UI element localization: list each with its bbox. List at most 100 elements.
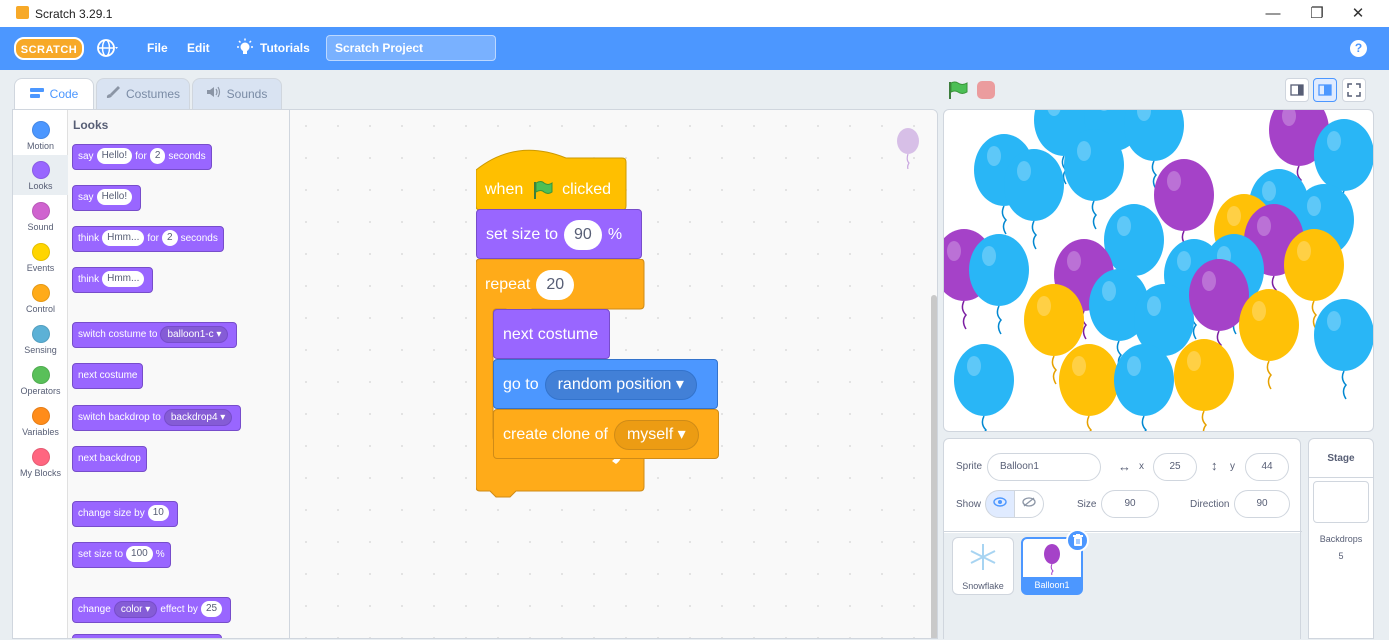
show-hidden-button[interactable] bbox=[1014, 490, 1044, 518]
balloon-6 bbox=[1004, 149, 1064, 250]
block-text: seconds bbox=[168, 151, 206, 162]
sprite-name-input[interactable]: Balloon1 bbox=[987, 453, 1101, 481]
dropdown-value: balloon1-c bbox=[167, 328, 214, 340]
x-arrows-icon: ↔ bbox=[1118, 459, 1131, 474]
category-variables[interactable]: Variables bbox=[13, 401, 68, 441]
tab-sounds-label: Sounds bbox=[226, 87, 268, 101]
category-looks[interactable]: Looks bbox=[13, 155, 68, 195]
fullscreen-button[interactable] bbox=[1342, 78, 1366, 102]
direction-input[interactable]: 90 bbox=[1234, 490, 1290, 518]
direction-label: Direction bbox=[1190, 499, 1230, 510]
repeat-count-input[interactable]: 20 bbox=[536, 270, 575, 300]
dropdown-value: myself bbox=[626, 426, 674, 443]
set-size-block[interactable]: set size to 100% bbox=[72, 542, 171, 568]
script-scrollbar[interactable] bbox=[931, 295, 937, 638]
green-flag-button[interactable] bbox=[948, 81, 968, 99]
message-input[interactable]: Hello! bbox=[96, 148, 133, 165]
category-motion[interactable]: Motion bbox=[13, 115, 68, 155]
minimize-button[interactable]: — bbox=[1261, 4, 1285, 24]
switch-costume-block[interactable]: switch costume to balloon1-c ▾ bbox=[72, 322, 238, 348]
palette-title: Looks bbox=[73, 118, 109, 132]
tutorials-icon[interactable] bbox=[235, 38, 255, 58]
next-costume-block[interactable]: next costume bbox=[72, 363, 144, 389]
dropdown-value: random position bbox=[557, 376, 672, 393]
category-sensing[interactable]: Sensing bbox=[13, 319, 68, 359]
x-input[interactable]: 25 bbox=[1153, 453, 1197, 481]
normal-stage-button[interactable] bbox=[1313, 78, 1337, 102]
balloon-24 bbox=[1239, 289, 1299, 390]
file-menu[interactable]: File bbox=[147, 41, 168, 55]
block-text: when bbox=[485, 181, 524, 198]
y-arrows-icon: ↕ bbox=[1211, 458, 1218, 473]
sensing-color-dot bbox=[31, 325, 50, 343]
stage-selector-pane[interactable]: Stage Backdrops 5 bbox=[1308, 438, 1374, 639]
costume-dropdown[interactable]: balloon1-c ▾ bbox=[160, 325, 229, 343]
small-stage-button[interactable] bbox=[1285, 78, 1309, 102]
say-block[interactable]: say Hello! bbox=[72, 185, 142, 211]
seconds-input[interactable]: 2 bbox=[149, 148, 166, 165]
effect-value-input[interactable]: 25 bbox=[200, 601, 223, 618]
y-input[interactable]: 44 bbox=[1245, 453, 1289, 481]
close-button[interactable]: ✕ bbox=[1346, 4, 1370, 24]
project-title-input[interactable]: Scratch Project bbox=[326, 35, 496, 61]
backdrop-thumbnail[interactable] bbox=[1313, 481, 1369, 523]
category-operators[interactable]: Operators bbox=[13, 360, 68, 400]
palette-partial-block[interactable] bbox=[72, 634, 222, 638]
when-flag-clicked-block[interactable]: when clicked bbox=[476, 173, 611, 207]
change-effect-block[interactable]: change color ▾ effect by 25 bbox=[72, 597, 232, 623]
go-to-script-block[interactable]: go to random position ▾ bbox=[493, 359, 718, 409]
create-clone-script-block[interactable]: create clone of myself ▾ bbox=[493, 409, 719, 459]
message-input[interactable]: Hmm... bbox=[102, 230, 145, 247]
globe-icon[interactable] bbox=[96, 37, 118, 59]
set-size-script-block[interactable]: set size to 90% bbox=[476, 209, 642, 259]
message-input[interactable]: Hmm... bbox=[102, 271, 145, 288]
sprite-name-label: Balloon1 bbox=[1023, 577, 1081, 593]
repeat-block[interactable]: repeat 20 bbox=[476, 269, 580, 301]
category-label: My Blocks bbox=[19, 468, 61, 478]
eye-slash-icon bbox=[1022, 497, 1036, 507]
window-title: Scratch 3.29.1 bbox=[35, 7, 113, 21]
show-visible-button[interactable] bbox=[985, 490, 1015, 518]
block-text: next backdrop bbox=[78, 453, 141, 464]
help-icon[interactable]: ? bbox=[1350, 40, 1367, 57]
stage-canvas[interactable] bbox=[943, 109, 1374, 432]
clone-dropdown[interactable]: myself ▾ bbox=[613, 420, 699, 450]
category-events[interactable]: Events bbox=[13, 237, 68, 277]
edit-menu[interactable]: Edit bbox=[187, 41, 210, 55]
seconds-input[interactable]: 2 bbox=[162, 230, 178, 247]
change-size-block[interactable]: change size by 10 bbox=[72, 501, 178, 527]
category-my-blocks[interactable]: My Blocks bbox=[13, 442, 68, 482]
delete-sprite-icon[interactable] bbox=[1066, 529, 1089, 552]
message-input[interactable]: Hello! bbox=[96, 189, 133, 206]
script-area[interactable]: when clicked set size to 90% repeat 20 nex… bbox=[290, 110, 937, 638]
sprite-thumb-snowflake[interactable]: Snowflake bbox=[952, 537, 1014, 595]
think-block[interactable]: think Hmm... bbox=[72, 267, 154, 293]
size-input[interactable]: 90 bbox=[564, 220, 602, 250]
scratch-logo[interactable]: SCRATCH bbox=[14, 37, 84, 60]
effect-dropdown[interactable]: color ▾ bbox=[113, 600, 158, 618]
tab-costumes-label: Costumes bbox=[125, 87, 181, 101]
go-to-dropdown[interactable]: random position ▾ bbox=[544, 370, 697, 400]
size-input[interactable]: 90 bbox=[1101, 490, 1159, 518]
category-sound[interactable]: Sound bbox=[13, 196, 68, 236]
say-for-block[interactable]: say Hello! for 2 seconds bbox=[72, 144, 212, 170]
backdrop-dropdown[interactable]: backdrop4 ▾ bbox=[163, 408, 233, 426]
balloon-27 bbox=[1059, 344, 1119, 431]
block-text: change bbox=[78, 604, 111, 615]
size-change-input[interactable]: 10 bbox=[147, 505, 169, 522]
tab-code[interactable]: Code bbox=[14, 78, 94, 110]
stop-button[interactable] bbox=[977, 81, 995, 99]
dropdown-value: color bbox=[120, 603, 143, 615]
switch-backdrop-block[interactable]: switch backdrop to backdrop4 ▾ bbox=[72, 405, 242, 431]
next-backdrop-block[interactable]: next backdrop bbox=[72, 446, 147, 472]
category-control[interactable]: Control bbox=[13, 278, 68, 318]
tab-sounds[interactable]: Sounds bbox=[192, 78, 282, 110]
think-for-block[interactable]: think Hmm... for 2 seconds bbox=[72, 226, 224, 252]
tab-costumes[interactable]: Costumes bbox=[96, 78, 190, 110]
operators-color-dot bbox=[31, 366, 50, 384]
tutorials-menu[interactable]: Tutorials bbox=[260, 41, 310, 55]
next-costume-script-block[interactable]: next costume bbox=[493, 309, 610, 359]
size-input[interactable]: 100 bbox=[126, 546, 153, 563]
my-blocks-color-dot bbox=[31, 448, 50, 466]
restore-button[interactable]: ❐ bbox=[1305, 4, 1329, 24]
